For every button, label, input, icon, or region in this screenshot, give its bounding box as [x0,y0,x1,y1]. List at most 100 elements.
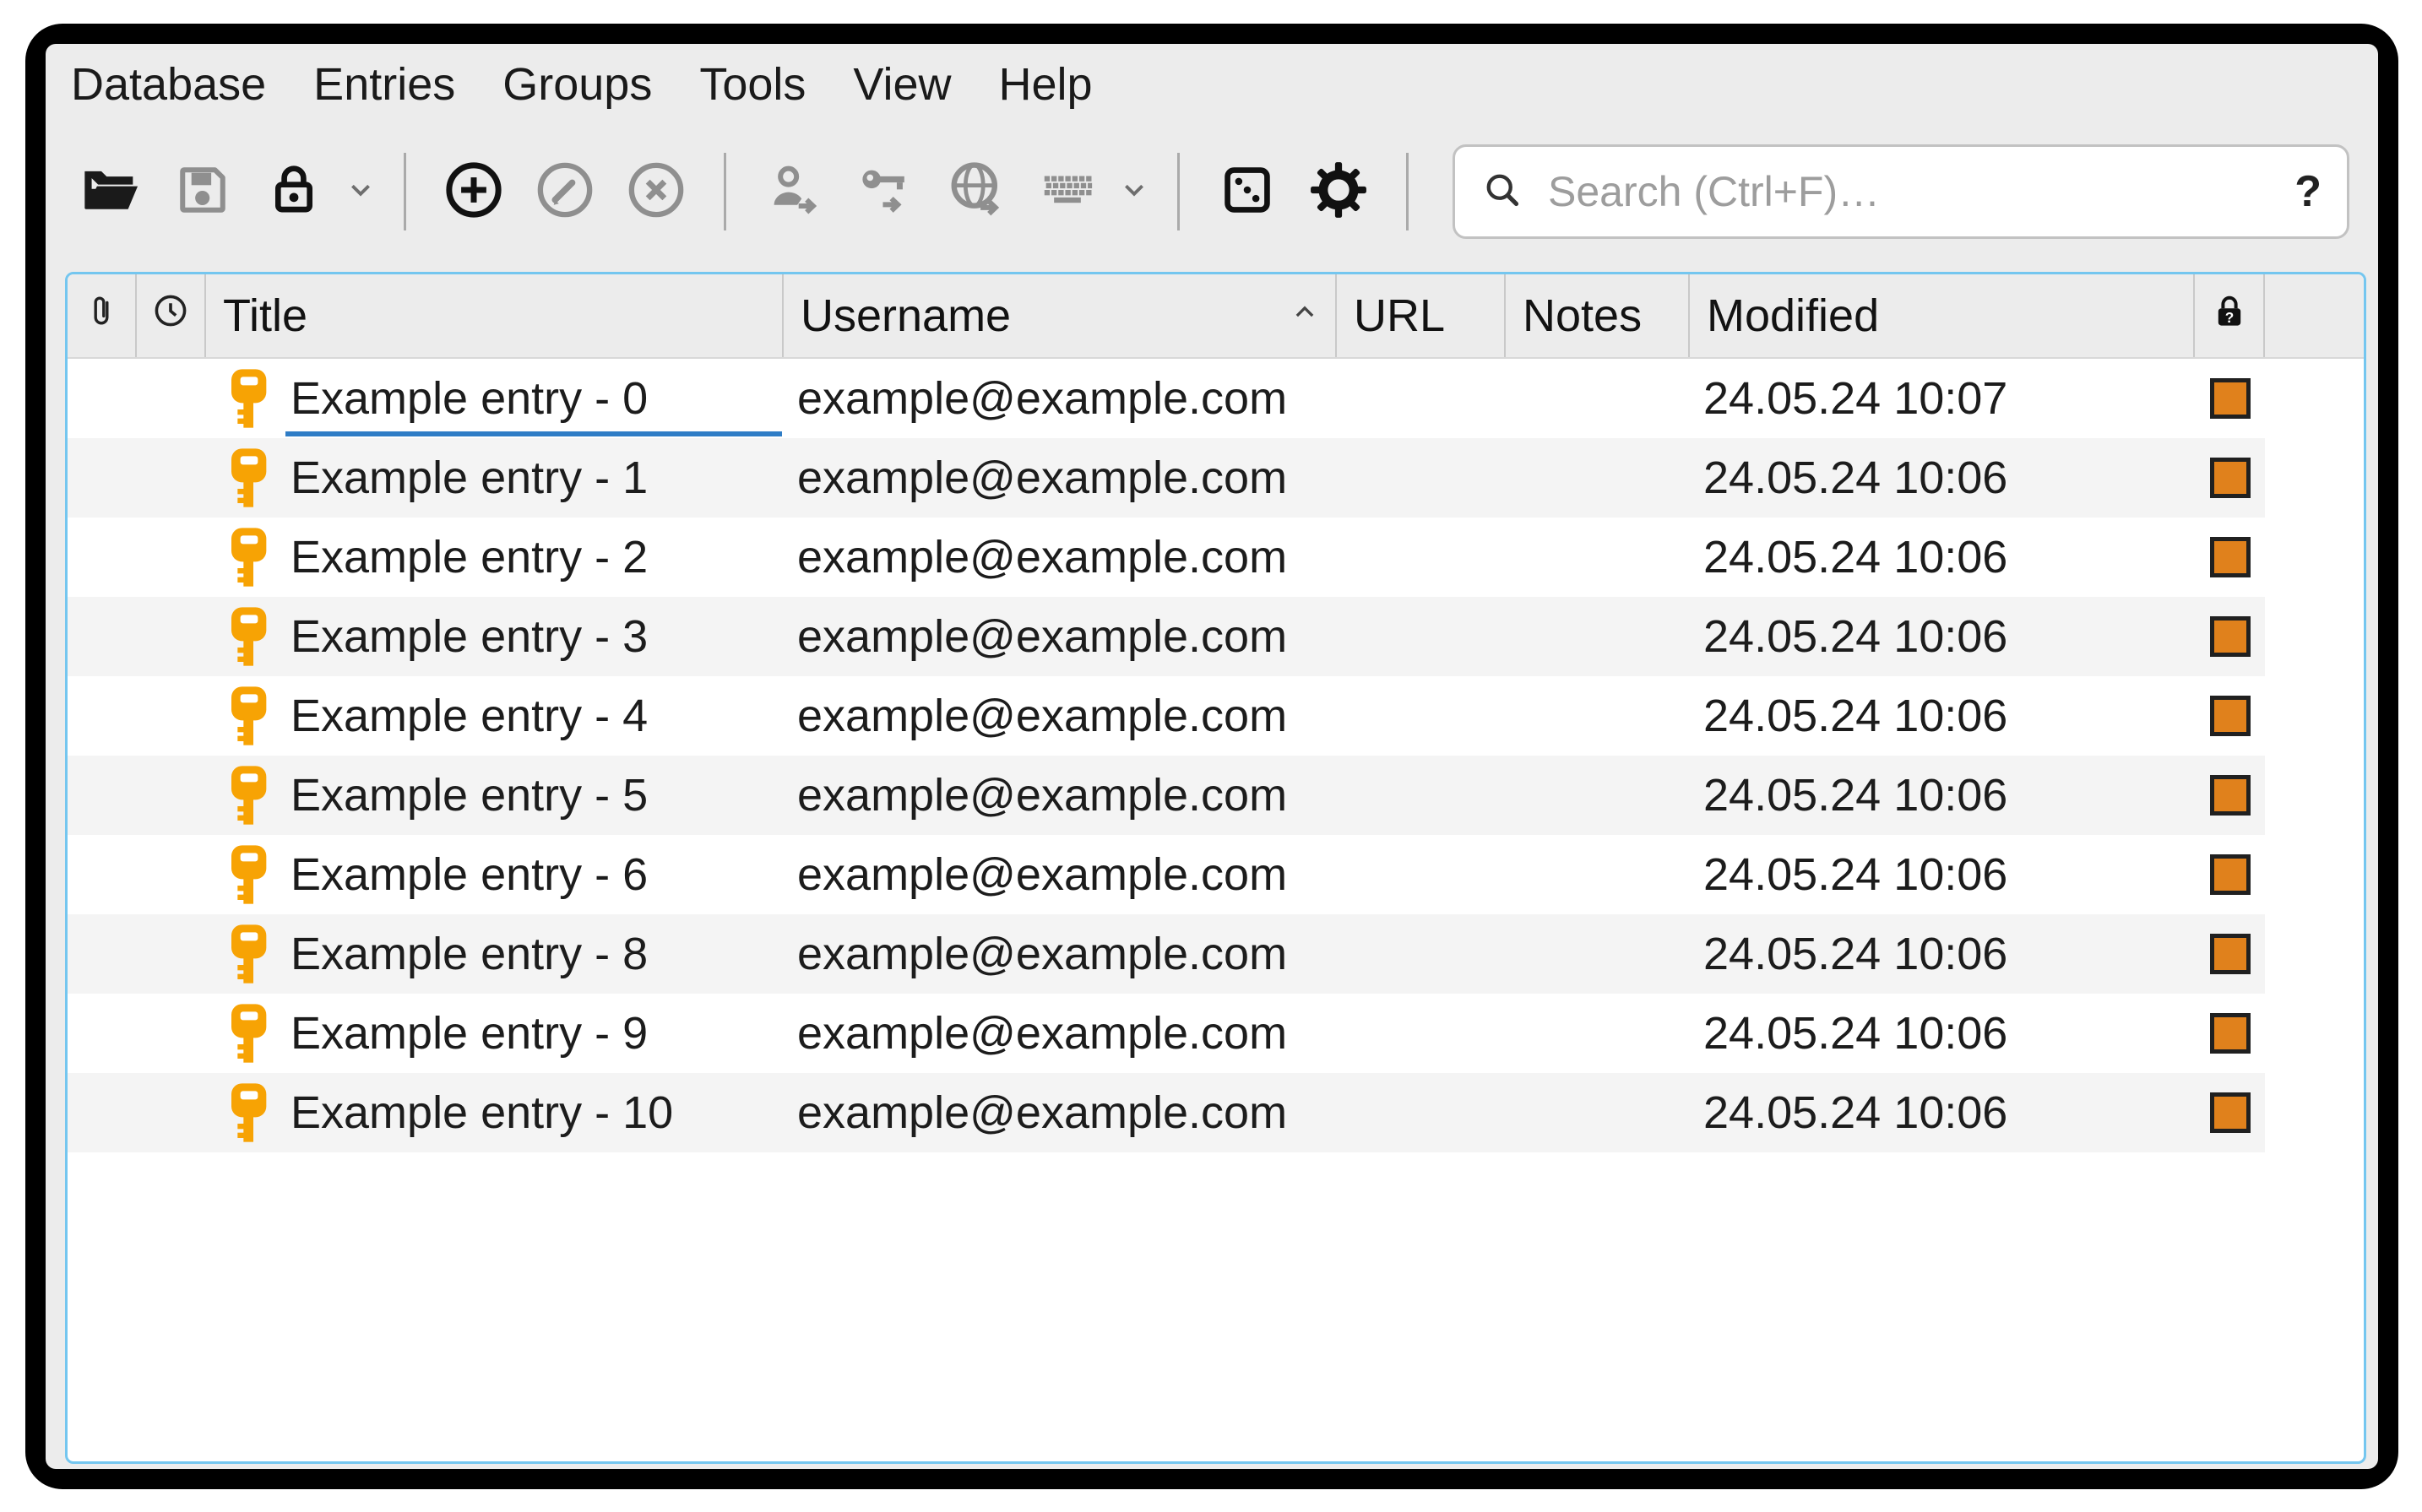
cell-password-strength[interactable] [2195,359,2265,438]
cell-url[interactable] [1337,1073,1506,1152]
cell-modified[interactable]: 24.05.24 10:06 [1690,756,2195,835]
lock-database-button[interactable] [262,160,326,224]
cell-title[interactable]: Example entry - 10 [206,1073,784,1152]
cell-username[interactable]: example@example.com [784,1073,1337,1152]
cell-password-strength[interactable] [2195,518,2265,597]
new-entry-button[interactable] [442,160,506,224]
cell-title[interactable]: Example entry - 0 [206,359,784,438]
cell-title[interactable]: Example entry - 9 [206,994,784,1073]
menu-item-groups[interactable]: Groups [502,62,652,107]
open-url-button[interactable] [944,160,1008,224]
search-input[interactable] [1546,166,2278,217]
column-header-modified[interactable]: Modified [1690,274,2195,357]
lock-dropdown-chevron[interactable] [341,160,380,224]
cell-title[interactable]: Example entry - 5 [206,756,784,835]
copy-password-button[interactable] [853,160,917,224]
cell-expiration[interactable] [137,438,206,518]
cell-expiration[interactable] [137,676,206,756]
cell-username[interactable]: example@example.com [784,914,1337,994]
cell-title[interactable]: Example entry - 3 [206,597,784,676]
cell-expiration[interactable] [137,1073,206,1152]
cell-expiration[interactable] [137,756,206,835]
cell-attachments[interactable] [68,835,137,914]
autotype-button[interactable] [1035,160,1100,224]
menu-item-tools[interactable]: Tools [699,62,806,107]
cell-username[interactable]: example@example.com [784,994,1337,1073]
column-header-username[interactable]: Username [784,274,1337,357]
table-row[interactable]: Example entry - 3 example@example.com 24… [68,597,2364,676]
cell-attachments[interactable] [68,597,137,676]
cell-username[interactable]: example@example.com [784,597,1337,676]
delete-entry-button[interactable] [624,160,688,224]
cell-notes[interactable] [1506,597,1690,676]
cell-username[interactable]: example@example.com [784,359,1337,438]
settings-button[interactable] [1306,160,1371,224]
menu-item-help[interactable]: Help [998,62,1092,107]
cell-attachments[interactable] [68,914,137,994]
cell-attachments[interactable] [68,676,137,756]
cell-expiration[interactable] [137,994,206,1073]
cell-notes[interactable] [1506,676,1690,756]
cell-attachments[interactable] [68,756,137,835]
cell-password-strength[interactable] [2195,756,2265,835]
table-row[interactable]: Example entry - 10 example@example.com 2… [68,1073,2364,1152]
cell-modified[interactable]: 24.05.24 10:06 [1690,518,2195,597]
cell-url[interactable] [1337,359,1506,438]
menu-item-view[interactable]: View [853,62,951,107]
column-header-title[interactable]: Title [206,274,784,357]
cell-notes[interactable] [1506,835,1690,914]
column-header-url[interactable]: URL [1337,274,1506,357]
cell-expiration[interactable] [137,359,206,438]
cell-attachments[interactable] [68,518,137,597]
cell-attachments[interactable] [68,1073,137,1152]
cell-expiration[interactable] [137,597,206,676]
cell-modified[interactable]: 24.05.24 10:06 [1690,597,2195,676]
column-header-attachments[interactable] [68,274,137,357]
cell-password-strength[interactable] [2195,914,2265,994]
table-row[interactable]: Example entry - 1 example@example.com 24… [68,438,2364,518]
cell-notes[interactable] [1506,438,1690,518]
search-help-button[interactable]: ? [2294,166,2322,217]
cell-username[interactable]: example@example.com [784,756,1337,835]
cell-notes[interactable] [1506,359,1690,438]
copy-username-button[interactable] [762,160,826,224]
table-row[interactable]: Example entry - 2 example@example.com 24… [68,518,2364,597]
cell-notes[interactable] [1506,914,1690,994]
cell-modified[interactable]: 24.05.24 10:06 [1690,438,2195,518]
save-database-button[interactable] [171,160,235,224]
open-database-button[interactable] [79,160,144,224]
cell-password-strength[interactable] [2195,438,2265,518]
cell-expiration[interactable] [137,914,206,994]
cell-attachments[interactable] [68,359,137,438]
cell-modified[interactable]: 24.05.24 10:06 [1690,835,2195,914]
table-row[interactable]: Example entry - 0 example@example.com 24… [68,359,2364,438]
cell-url[interactable] [1337,914,1506,994]
table-row[interactable]: Example entry - 8 example@example.com 24… [68,914,2364,994]
cell-expiration[interactable] [137,835,206,914]
cell-url[interactable] [1337,756,1506,835]
cell-password-strength[interactable] [2195,676,2265,756]
table-row[interactable]: Example entry - 5 example@example.com 24… [68,756,2364,835]
cell-modified[interactable]: 24.05.24 10:06 [1690,1073,2195,1152]
cell-password-strength[interactable] [2195,1073,2265,1152]
cell-attachments[interactable] [68,438,137,518]
cell-attachments[interactable] [68,994,137,1073]
cell-notes[interactable] [1506,518,1690,597]
cell-password-strength[interactable] [2195,994,2265,1073]
cell-password-strength[interactable] [2195,835,2265,914]
column-header-notes[interactable]: Notes [1506,274,1690,357]
cell-username[interactable]: example@example.com [784,438,1337,518]
cell-username[interactable]: example@example.com [784,518,1337,597]
cell-url[interactable] [1337,676,1506,756]
cell-modified[interactable]: 24.05.24 10:06 [1690,676,2195,756]
cell-modified[interactable]: 24.05.24 10:06 [1690,914,2195,994]
table-row[interactable]: Example entry - 9 example@example.com 24… [68,994,2364,1073]
cell-notes[interactable] [1506,1073,1690,1152]
cell-title[interactable]: Example entry - 8 [206,914,784,994]
menu-item-entries[interactable]: Entries [313,62,455,107]
menu-item-database[interactable]: Database [71,62,266,107]
cell-url[interactable] [1337,518,1506,597]
cell-url[interactable] [1337,835,1506,914]
cell-username[interactable]: example@example.com [784,676,1337,756]
cell-title[interactable]: Example entry - 6 [206,835,784,914]
